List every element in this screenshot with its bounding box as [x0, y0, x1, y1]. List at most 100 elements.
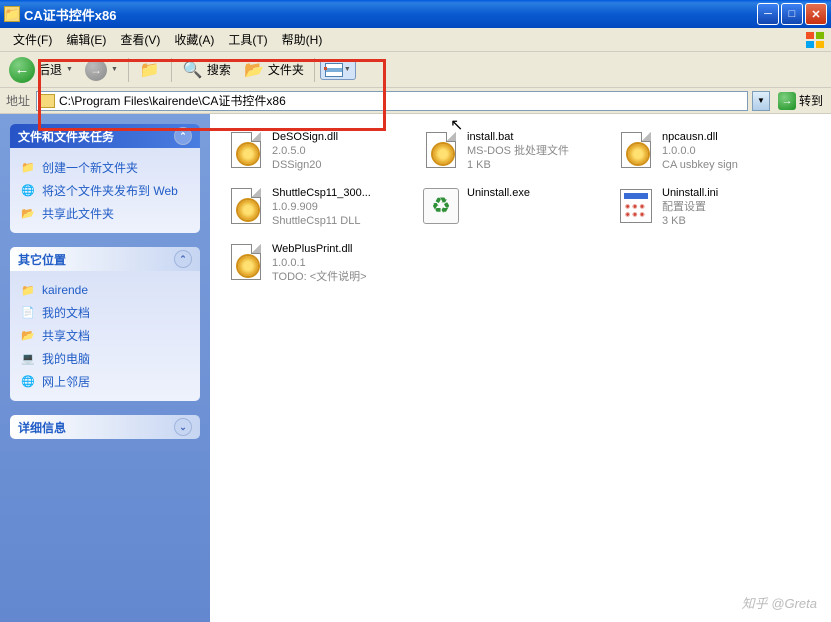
file-name: Uninstall.ini: [662, 186, 718, 200]
file-info: WebPlusPrint.dll 1.0.0.1 TODO: <文件说明>: [272, 242, 367, 284]
back-arrow-icon: ←: [9, 57, 35, 83]
file-name: install.bat: [467, 130, 569, 144]
sidebar-link[interactable]: 📄 我的文档: [20, 301, 190, 324]
tasks-panel: 文件和文件夹任务 ⌃ 📁 创建一个新文件夹 🌐 将这个文件夹发布到 Web 📂 …: [10, 124, 200, 233]
link-icon: 🌐: [20, 183, 36, 199]
up-button[interactable]: 📁: [134, 56, 166, 84]
collapse-icon[interactable]: ⌃: [174, 127, 192, 145]
file-type-icon: [421, 130, 461, 170]
link-icon: 📄: [20, 305, 36, 321]
sidebar-link[interactable]: 📁 kairende: [20, 279, 190, 301]
folder-icon: 📁: [4, 6, 20, 22]
windows-logo-icon: [805, 31, 827, 49]
expand-icon[interactable]: ⌄: [174, 418, 192, 436]
menu-tools[interactable]: 工具(T): [221, 29, 274, 50]
file-type-icon: [616, 130, 656, 170]
details-panel: 详细信息 ⌄: [10, 415, 200, 439]
file-name: WebPlusPrint.dll: [272, 242, 367, 256]
forward-button[interactable]: → ▼: [80, 56, 123, 84]
address-label: 地址: [4, 92, 32, 109]
sidebar-link[interactable]: 🌐 网上邻居: [20, 370, 190, 393]
toolbar: ← 后退 ▼ → ▼ 📁 🔍 搜索 📂 文件夹 ▼: [0, 52, 831, 88]
file-type-icon: [226, 186, 266, 226]
file-info: npcausn.dll 1.0.0.0 CA usbkey sign: [662, 130, 738, 172]
file-type-icon: ♻: [421, 186, 461, 226]
link-label: 共享此文件夹: [42, 205, 114, 222]
menu-edit[interactable]: 编辑(E): [59, 29, 113, 50]
collapse-icon[interactable]: ⌃: [174, 250, 192, 268]
forward-arrow-icon: →: [85, 59, 107, 81]
sidebar-link[interactable]: 🌐 将这个文件夹发布到 Web: [20, 179, 190, 202]
maximize-button[interactable]: □: [781, 3, 803, 25]
details-header[interactable]: 详细信息 ⌄: [10, 415, 200, 439]
link-icon: 📁: [20, 160, 36, 176]
link-icon: 📁: [20, 282, 36, 298]
file-item[interactable]: install.bat MS-DOS 批处理文件 1 KB: [417, 126, 612, 176]
file-type-icon: [226, 242, 266, 282]
minimize-button[interactable]: ─: [757, 3, 779, 25]
menu-file[interactable]: 文件(F): [6, 29, 59, 50]
file-meta-2: ShuttleCsp11 DLL: [272, 214, 371, 228]
search-button[interactable]: 🔍 搜索: [177, 56, 236, 84]
places-header[interactable]: 其它位置 ⌃: [10, 247, 200, 271]
link-label: 我的电脑: [42, 350, 90, 367]
file-name: DeSOSign.dll: [272, 130, 338, 144]
address-input[interactable]: C:\Program Files\kairende\CA证书控件x86: [36, 91, 748, 111]
places-panel: 其它位置 ⌃ 📁 kairende 📄 我的文档 📂 共享文档 💻 我的电脑 🌐…: [10, 247, 200, 401]
file-meta-2: DSSign20: [272, 158, 338, 172]
search-label: 搜索: [207, 61, 231, 78]
file-list-area[interactable]: DeSOSign.dll 2.0.5.0 DSSign20 install.ba…: [210, 114, 831, 622]
title-bar: 📁 CA证书控件x86 ─ □ ✕: [0, 0, 831, 28]
address-dropdown[interactable]: ▼: [752, 91, 770, 111]
sidebar-link[interactable]: 📂 共享此文件夹: [20, 202, 190, 225]
sidebar-link[interactable]: 📂 共享文档: [20, 324, 190, 347]
folders-label: 文件夹: [268, 61, 304, 78]
file-meta-1: 配置设置: [662, 200, 718, 214]
menu-favorites[interactable]: 收藏(A): [167, 29, 221, 50]
file-info: Uninstall.exe: [467, 186, 530, 200]
file-item[interactable]: Uninstall.ini 配置设置 3 KB: [612, 182, 807, 232]
sidebar-link[interactable]: 💻 我的电脑: [20, 347, 190, 370]
file-meta-1: 1.0.0.0: [662, 144, 738, 158]
watermark: 知乎 @Greta: [742, 593, 817, 612]
tasks-header[interactable]: 文件和文件夹任务 ⌃: [10, 124, 200, 148]
go-button[interactable]: → 转到: [774, 90, 827, 112]
folder-icon: [39, 94, 55, 108]
search-icon: 🔍: [182, 59, 204, 81]
file-meta-2: 1 KB: [467, 158, 569, 172]
file-type-icon: [226, 130, 266, 170]
close-button[interactable]: ✕: [805, 3, 827, 25]
sidebar-link[interactable]: 📁 创建一个新文件夹: [20, 156, 190, 179]
file-meta-2: TODO: <文件说明>: [272, 270, 367, 284]
places-title: 其它位置: [18, 251, 66, 268]
file-item[interactable]: ShuttleCsp11_300... 1.0.9.909 ShuttleCsp…: [222, 182, 417, 232]
link-icon: 📂: [20, 328, 36, 344]
file-name: Uninstall.exe: [467, 186, 530, 200]
file-item[interactable]: WebPlusPrint.dll 1.0.0.1 TODO: <文件说明>: [222, 238, 417, 288]
menu-bar: 文件(F) 编辑(E) 查看(V) 收藏(A) 工具(T) 帮助(H): [0, 28, 831, 52]
window-title: CA证书控件x86: [24, 5, 757, 24]
menu-view[interactable]: 查看(V): [113, 29, 167, 50]
address-path: C:\Program Files\kairende\CA证书控件x86: [59, 92, 745, 109]
file-item[interactable]: npcausn.dll 1.0.0.0 CA usbkey sign: [612, 126, 807, 176]
views-button[interactable]: ▼: [320, 60, 356, 80]
file-info: ShuttleCsp11_300... 1.0.9.909 ShuttleCsp…: [272, 186, 371, 228]
file-item[interactable]: ♻ Uninstall.exe: [417, 182, 612, 232]
link-label: 将这个文件夹发布到 Web: [42, 182, 178, 199]
link-label: 网上邻居: [42, 373, 90, 390]
folders-button[interactable]: 📂 文件夹: [238, 56, 309, 84]
file-meta-1: MS-DOS 批处理文件: [467, 144, 569, 158]
menu-help[interactable]: 帮助(H): [275, 29, 330, 50]
link-icon: 📂: [20, 206, 36, 222]
file-item[interactable]: DeSOSign.dll 2.0.5.0 DSSign20: [222, 126, 417, 176]
file-info: Uninstall.ini 配置设置 3 KB: [662, 186, 718, 228]
file-info: DeSOSign.dll 2.0.5.0 DSSign20: [272, 130, 338, 172]
file-type-icon: [616, 186, 656, 226]
file-meta-2: 3 KB: [662, 214, 718, 228]
go-label: 转到: [799, 92, 823, 109]
back-button[interactable]: ← 后退 ▼: [4, 54, 78, 86]
tasks-title: 文件和文件夹任务: [18, 128, 114, 145]
link-label: 我的文档: [42, 304, 90, 321]
link-label: kairende: [42, 283, 88, 297]
file-meta-2: CA usbkey sign: [662, 158, 738, 172]
